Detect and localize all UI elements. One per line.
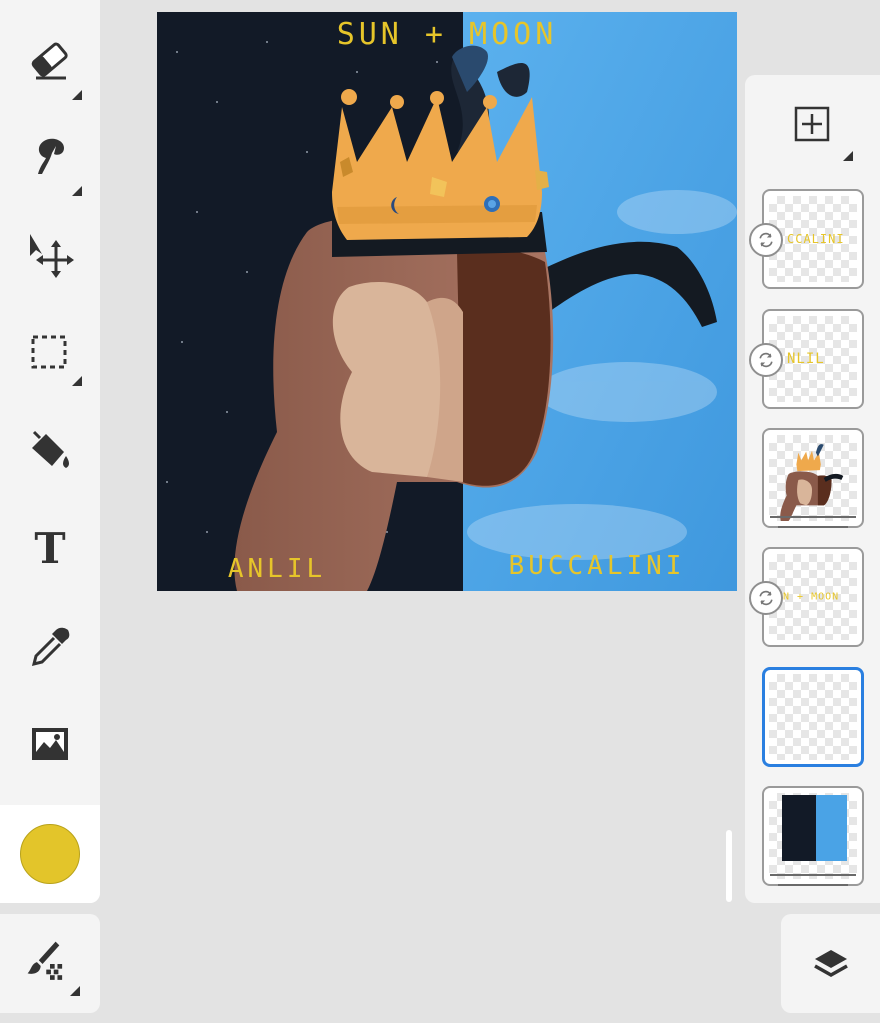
eraser-tool[interactable] — [0, 12, 100, 108]
image-tool[interactable] — [0, 696, 100, 792]
artwork-title-text: SUN + MOON — [337, 17, 558, 52]
image-icon — [32, 728, 68, 760]
smudge-icon — [38, 138, 64, 174]
brush-settings-button[interactable] — [0, 914, 100, 1013]
artwork-left-name: ANLIL — [228, 554, 326, 584]
artwork-right-name: BUCCALINI — [509, 551, 686, 581]
submenu-indicator — [843, 151, 853, 161]
character-layer-preview — [780, 444, 844, 521]
selection-icon — [31, 335, 67, 369]
fill-tool[interactable] — [0, 402, 100, 498]
clipping-mask-icon[interactable] — [749, 343, 783, 377]
drawing-canvas[interactable]: SUN + MOON ANLIL BUCCALINI — [157, 12, 737, 591]
layer-thumbnail[interactable] — [762, 786, 864, 886]
paint-bucket-icon — [32, 430, 69, 468]
background-sky-preview — [816, 795, 847, 861]
layer-text-preview: NLIL — [787, 351, 825, 367]
canvas-scrollbar[interactable] — [726, 830, 732, 902]
layer-group-divider — [778, 884, 848, 886]
layers-button[interactable] — [781, 914, 880, 1013]
background-night-preview — [782, 795, 816, 861]
eyedropper-tool[interactable] — [0, 598, 100, 694]
text-icon: T — [34, 523, 66, 573]
eyedropper-icon — [31, 627, 70, 667]
eraser-icon — [31, 42, 68, 80]
submenu-indicator — [72, 186, 82, 196]
clipping-mask-icon[interactable] — [749, 581, 783, 615]
text-tool[interactable]: T — [0, 500, 100, 596]
smudge-tool[interactable] — [0, 108, 100, 204]
move-icon — [30, 234, 74, 278]
layers-icon — [813, 949, 848, 977]
move-tool[interactable] — [0, 206, 100, 302]
layer-group-divider — [770, 874, 856, 876]
layer-text-preview: N + MOON — [783, 591, 840, 603]
submenu-indicator — [72, 376, 82, 386]
submenu-indicator — [72, 90, 82, 100]
clipping-mask-icon[interactable] — [749, 223, 783, 257]
add-layer-icon — [794, 106, 830, 142]
selection-tool[interactable] — [0, 304, 100, 400]
artwork: SUN + MOON ANLIL BUCCALINI — [157, 12, 737, 591]
layer-thumbnail[interactable] — [762, 428, 864, 528]
add-layer-button[interactable] — [792, 104, 832, 144]
layer-thumbnail-selected[interactable] — [762, 667, 864, 767]
layer-group-divider — [778, 526, 848, 528]
brush-grid-icon — [27, 941, 63, 980]
layer-text-preview: CCALINI — [787, 232, 845, 246]
layer-group-divider — [770, 516, 856, 518]
submenu-indicator — [70, 986, 80, 996]
current-color-swatch[interactable] — [20, 824, 80, 884]
